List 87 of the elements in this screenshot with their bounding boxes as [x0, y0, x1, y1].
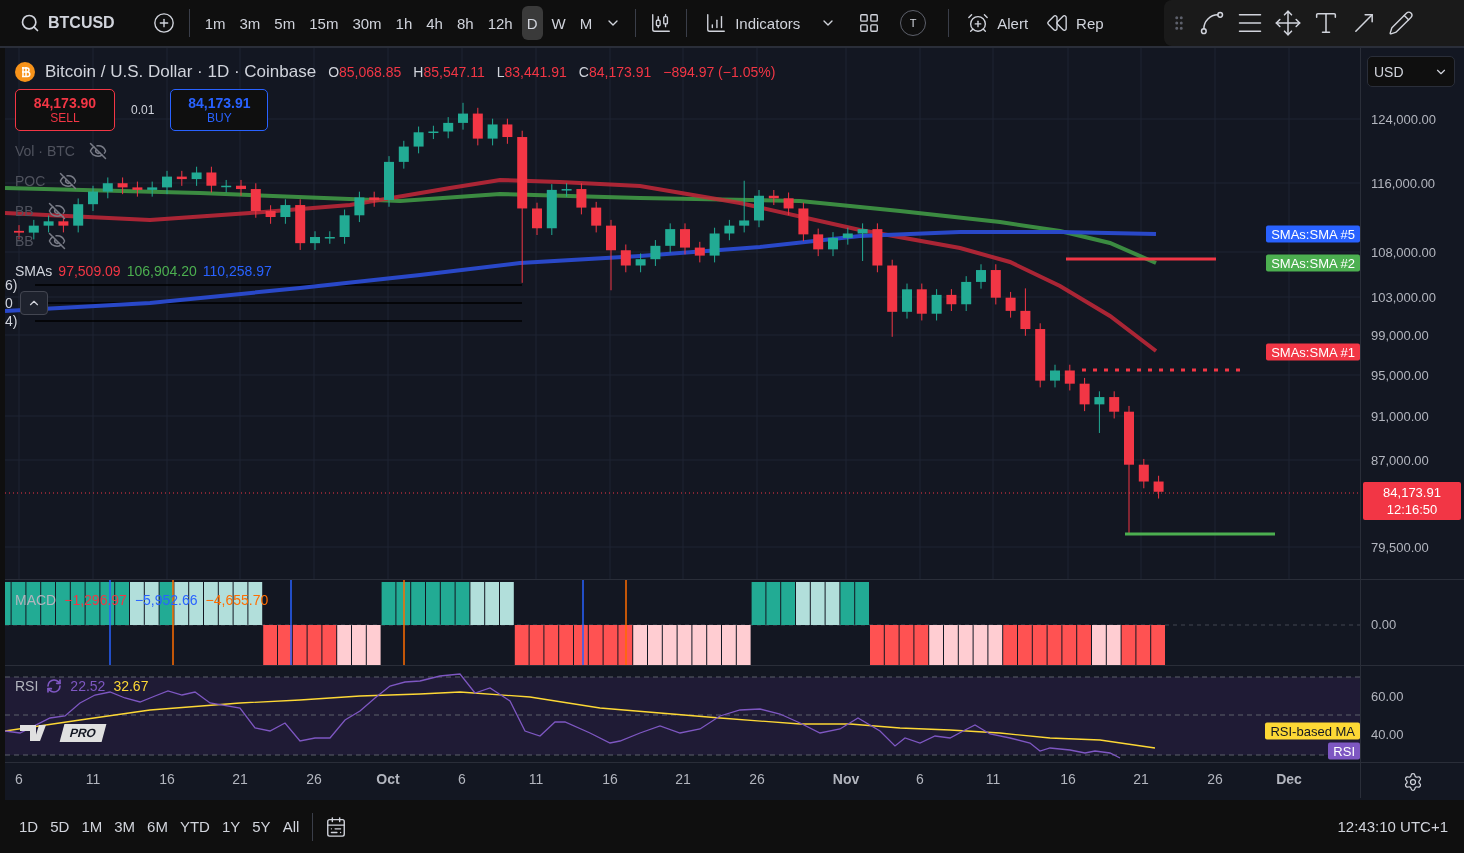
- indicator-name: BB: [15, 233, 34, 249]
- rsi-value: 22.52: [70, 678, 106, 694]
- time-label: 26: [749, 771, 765, 787]
- replay-button[interactable]: Rep: [1040, 6, 1110, 40]
- sma-value: 97,509.09: [58, 263, 121, 279]
- time-label: Nov: [832, 771, 860, 787]
- timeframe-tab[interactable]: 8h: [451, 6, 479, 40]
- range-button[interactable]: 1D: [14, 814, 44, 839]
- logo: PRO: [20, 723, 104, 743]
- clipped-label: 4): [5, 314, 18, 328]
- time-label: 6: [916, 771, 924, 787]
- time-label: 16: [159, 771, 175, 787]
- time-label: 21: [232, 771, 248, 787]
- range-button[interactable]: All: [277, 814, 305, 839]
- sma-tag: SMAs:SMA #5: [1266, 225, 1360, 243]
- rsi-axis-label: 40.00: [1371, 726, 1404, 742]
- time-label: Oct: [376, 771, 400, 787]
- time-label: 21: [675, 771, 691, 787]
- ohlc-value: L83,441.91: [496, 64, 567, 80]
- currency-select[interactable]: USD: [1367, 56, 1455, 87]
- range-button[interactable]: 5D: [45, 814, 75, 839]
- sma-value: 110,258.97: [202, 263, 272, 279]
- timeframe-tab[interactable]: 12h: [482, 6, 518, 40]
- clipped-label: 0: [5, 296, 13, 310]
- price-label: 99,000.00: [1371, 327, 1429, 343]
- indicator-name: POC: [15, 173, 46, 189]
- range-button[interactable]: 1M: [76, 814, 108, 839]
- range-button[interactable]: 3M: [109, 814, 141, 839]
- buy-button[interactable]: 84,173.91 BUY: [170, 89, 269, 131]
- clipped-label: 6): [5, 278, 18, 292]
- macd-axis-label: 0.00: [1371, 616, 1397, 632]
- indicator-name: RSI: [15, 678, 39, 694]
- timeframe-tab[interactable]: W: [546, 6, 571, 40]
- time-label: 6: [458, 771, 466, 787]
- time-label: 11: [528, 771, 544, 787]
- price-change: −894.97 (−1.05%): [663, 64, 776, 80]
- price-label: 108,000.00: [1371, 244, 1437, 260]
- timeframe-tab[interactable]: 30m: [347, 6, 387, 40]
- price-label: 116,000.00: [1371, 175, 1436, 191]
- clock: 12:43:10 UTC+1: [1337, 818, 1448, 835]
- ohlc-value: O85,068.85: [328, 64, 402, 80]
- countdown: 12:16:50: [1386, 501, 1438, 518]
- rsi-value: 32.67: [113, 678, 149, 694]
- rsi-tag: RSI: [1328, 742, 1360, 760]
- timeframe-tab[interactable]: M: [574, 6, 598, 40]
- symbol-search[interactable]: BTCUSD: [12, 6, 123, 40]
- sma-tag: SMAs:SMA #2: [1266, 254, 1360, 272]
- price-label: 79,500.00: [1371, 539, 1429, 555]
- timeframe-tab[interactable]: D: [521, 6, 543, 40]
- timeframe-tab[interactable]: 1m: [199, 6, 231, 40]
- indicator-name: Vol · BTC: [15, 143, 75, 159]
- range-button[interactable]: 5Y: [247, 814, 276, 839]
- price-label: 91,000.00: [1371, 408, 1429, 424]
- timeframe-tab[interactable]: 4h: [421, 6, 448, 40]
- spread-value: 0.01: [131, 103, 155, 117]
- rsi-axis-label: 60.00: [1371, 688, 1404, 704]
- timeframe-tab[interactable]: 5m: [269, 6, 301, 40]
- price-label: 124,000.00: [1371, 111, 1437, 127]
- symbol-title: Bitcoin / U.S. Dollar · 1D · Coinbase: [45, 62, 317, 82]
- time-label: 11: [985, 771, 1001, 787]
- time-label: 6: [15, 771, 23, 787]
- ohlc-value: C84,173.91: [578, 64, 652, 80]
- ohlc-value: H85,547.11: [413, 64, 485, 80]
- rsi-tag: RSI-based MA: [1265, 722, 1360, 740]
- time-label: 21: [1133, 771, 1149, 787]
- time-label: 26: [306, 771, 322, 787]
- time-label: 26: [1207, 771, 1223, 787]
- timeframe-tab[interactable]: 1h: [390, 6, 418, 40]
- last-price: 84,173.91: [1383, 484, 1441, 501]
- range-button[interactable]: 1Y: [216, 814, 246, 839]
- timeframe-tab[interactable]: 3m: [234, 6, 266, 40]
- indicator-name: SMAs: [15, 263, 53, 279]
- price-label: 87,000.00: [1371, 452, 1429, 468]
- range-button[interactable]: 6M: [142, 814, 173, 839]
- sma-value: 106,904.20: [126, 263, 197, 279]
- price-label: 103,000.00: [1371, 289, 1437, 305]
- sma-tag: SMAs:SMA #1: [1266, 343, 1360, 361]
- price-label: 95,000.00: [1371, 367, 1429, 383]
- indicators-button[interactable]: Indicators: [697, 6, 809, 40]
- time-label: 16: [1060, 771, 1076, 787]
- time-label: 11: [85, 771, 101, 787]
- range-button[interactable]: YTD: [174, 814, 215, 839]
- timeframe-tab[interactable]: 15m: [304, 6, 344, 40]
- time-label: Dec: [1276, 771, 1302, 787]
- time-label: 16: [602, 771, 618, 787]
- sell-button[interactable]: 84,173.90 SELL: [15, 89, 115, 131]
- alert-button[interactable]: Alert: [959, 6, 1037, 40]
